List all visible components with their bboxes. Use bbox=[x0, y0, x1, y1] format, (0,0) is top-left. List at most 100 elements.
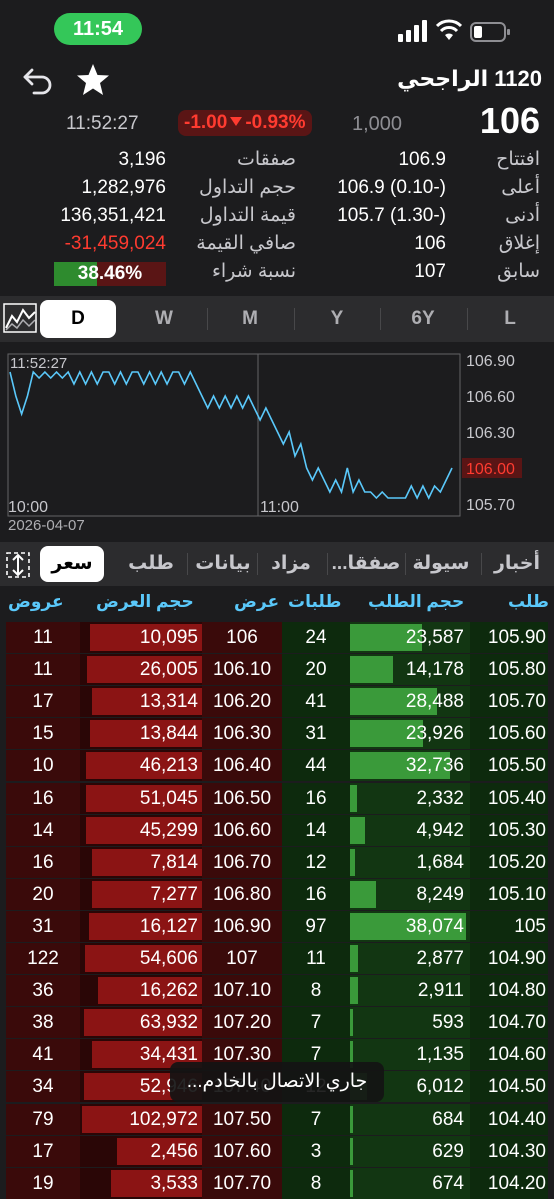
depth-row[interactable]: 38 63,932 107.20 7 593 104.70 bbox=[6, 1007, 548, 1039]
bid-volume: 23,587 bbox=[405, 627, 464, 648]
favorite-star-icon[interactable] bbox=[74, 62, 112, 98]
period-w[interactable]: W bbox=[126, 300, 202, 338]
depth-row[interactable]: 10 46,213 106.40 44 32,736 105.50 bbox=[6, 750, 548, 782]
depth-row[interactable]: 11 26,005 106.10 20 14,178 105.80 bbox=[6, 654, 548, 686]
ask-price: 106.20 bbox=[212, 691, 272, 713]
ask-price: 107 bbox=[226, 948, 258, 969]
tab-3[interactable]: مزاد bbox=[260, 546, 322, 582]
ask-volume: 16,127 bbox=[139, 915, 198, 937]
header-bid-price[interactable]: طلب bbox=[508, 592, 549, 612]
tab-0[interactable]: أخبار bbox=[484, 546, 550, 582]
ask-orders-cell: 16 bbox=[6, 782, 80, 814]
header-bid-vol[interactable]: حجم الطلب bbox=[368, 592, 464, 612]
bid-volume-cell: 684 bbox=[350, 1103, 470, 1135]
bid-volume: 2,877 bbox=[416, 948, 464, 969]
tab-separator bbox=[257, 553, 258, 575]
depth-row[interactable]: 31 16,127 106.90 97 38,074 105 bbox=[6, 910, 548, 942]
ask-volume-cell: 3,533 bbox=[80, 1167, 202, 1199]
depth-row[interactable]: 11 10,095 106 24 23,587 105.90 bbox=[6, 622, 548, 653]
ask-orders-cell: 11 bbox=[6, 622, 80, 653]
tab-6[interactable]: سعر bbox=[40, 546, 104, 582]
stat-value: 106.9 (0.10-) bbox=[337, 177, 446, 198]
period-y[interactable]: Y bbox=[299, 300, 375, 338]
stat-value: 105.7 (1.30-) bbox=[337, 205, 446, 226]
ask-volume: 45,299 bbox=[139, 819, 198, 841]
bid-price: 105.60 bbox=[487, 723, 546, 745]
period-l[interactable]: L bbox=[472, 300, 548, 338]
tab-5[interactable]: طلب bbox=[122, 546, 180, 582]
ask-orders: 14 bbox=[32, 819, 54, 841]
tab-1[interactable]: سيولة bbox=[408, 546, 474, 582]
bid-orders: 7 bbox=[310, 1012, 322, 1034]
bid-price: 105.30 bbox=[487, 819, 546, 841]
buy-ratio-bar: 38.46% bbox=[54, 262, 166, 286]
bid-volume: 593 bbox=[432, 1012, 464, 1034]
ask-orders: 16 bbox=[32, 787, 54, 809]
tab-4[interactable]: بيانات bbox=[190, 546, 256, 582]
bid-price: 105.20 bbox=[487, 851, 546, 873]
ask-volume: 10,095 bbox=[139, 627, 198, 648]
header-asks[interactable]: عروض bbox=[8, 592, 64, 612]
ask-volume-cell: 46,213 bbox=[80, 750, 202, 782]
ask-volume: 54,606 bbox=[139, 948, 198, 969]
price-chart[interactable]: 106.90 106.60 106.30 106.00 105.70 10:00 11:00… bbox=[0, 346, 554, 538]
ask-volume: 13,314 bbox=[139, 691, 198, 713]
ask-volume: 13,844 bbox=[139, 723, 198, 745]
bid-price-cell: 105.10 bbox=[470, 878, 548, 910]
ask-orders-cell: 34 bbox=[6, 1071, 80, 1103]
depth-row[interactable]: 20 7,277 106.80 16 8,249 105.10 bbox=[6, 878, 548, 910]
bid-price: 104.20 bbox=[487, 1172, 546, 1194]
ask-orders-cell: 17 bbox=[6, 1135, 80, 1167]
bid-volume-cell: 2,911 bbox=[350, 975, 470, 1007]
depth-row[interactable]: 16 51,045 106.50 16 2,332 105.40 bbox=[6, 782, 548, 814]
x-tick-label: 10:00 bbox=[8, 499, 48, 516]
bid-volume: 629 bbox=[432, 1140, 464, 1162]
tab-separator bbox=[187, 553, 188, 575]
bid-price: 104.90 bbox=[487, 948, 546, 969]
bid-price: 104.30 bbox=[487, 1140, 546, 1162]
ask-volume-cell: 16,127 bbox=[80, 910, 202, 942]
ask-orders: 17 bbox=[32, 1140, 54, 1162]
header-bid-count[interactable]: طلبات bbox=[288, 592, 341, 612]
price-chart-svg: 106.90 106.60 106.30 106.00 105.70 10:00 11:00… bbox=[7, 353, 522, 517]
bid-orders-cell: 7 bbox=[282, 1007, 350, 1039]
bid-volume-cell: 23,587 bbox=[350, 622, 470, 653]
depth-row[interactable]: 36 16,262 107.10 8 2,911 104.80 bbox=[6, 975, 548, 1007]
ask-volume-cell: 26,005 bbox=[80, 654, 202, 686]
bid-price-cell: 104.90 bbox=[470, 943, 548, 974]
depth-row[interactable]: 16 7,814 106.70 12 1,684 105.20 bbox=[6, 846, 548, 878]
chart-type-icon[interactable] bbox=[2, 302, 38, 334]
ask-price: 106.40 bbox=[212, 755, 272, 777]
bid-price: 104.40 bbox=[487, 1108, 546, 1130]
header-ask-price[interactable]: عرض bbox=[234, 592, 279, 612]
bid-orders-cell: 16 bbox=[282, 782, 350, 814]
bid-orders-cell: 97 bbox=[282, 910, 350, 942]
bid-volume: 28,488 bbox=[405, 691, 464, 713]
back-icon[interactable] bbox=[20, 62, 56, 98]
ask-price: 106.80 bbox=[212, 883, 272, 905]
change-percent: -0.93% bbox=[245, 112, 306, 133]
status-time: 11:54 bbox=[54, 13, 142, 45]
depth-row[interactable]: 19 3,533 107.70 8 674 104.20 bbox=[6, 1167, 548, 1199]
wifi-icon bbox=[436, 19, 462, 40]
header-ask-vol[interactable]: حجم العرض bbox=[96, 592, 194, 612]
bid-volume: 2,911 bbox=[417, 980, 464, 1002]
expand-icon[interactable] bbox=[4, 550, 32, 580]
depth-row[interactable]: 14 45,299 106.60 14 4,942 105.30 bbox=[6, 814, 548, 846]
depth-row[interactable]: 17 13,314 106.20 41 28,488 105.70 bbox=[6, 686, 548, 718]
period-6y[interactable]: 6Y bbox=[385, 300, 461, 338]
ask-volume: 3,533 bbox=[150, 1172, 198, 1194]
bid-price: 105 bbox=[514, 915, 546, 937]
period-d[interactable]: D bbox=[40, 300, 116, 338]
tab-separator bbox=[327, 553, 328, 575]
depth-row[interactable]: 79 102,972 107.50 7 684 104.40 bbox=[6, 1103, 548, 1135]
bid-volume: 8,249 bbox=[416, 883, 464, 905]
stat-value: -31,459,024 bbox=[64, 233, 166, 254]
stat-label: نسبة شراء bbox=[211, 261, 296, 282]
depth-row[interactable]: 15 13,844 106.30 31 23,926 105.60 bbox=[6, 718, 548, 750]
tab-2[interactable]: صفقا... bbox=[330, 546, 402, 582]
depth-row[interactable]: 17 2,456 107.60 3 629 104.30 bbox=[6, 1135, 548, 1167]
depth-row[interactable]: 122 54,606 107 11 2,877 104.90 bbox=[6, 943, 548, 974]
ask-volume-cell: 45,299 bbox=[80, 814, 202, 846]
period-m[interactable]: M bbox=[212, 300, 288, 338]
